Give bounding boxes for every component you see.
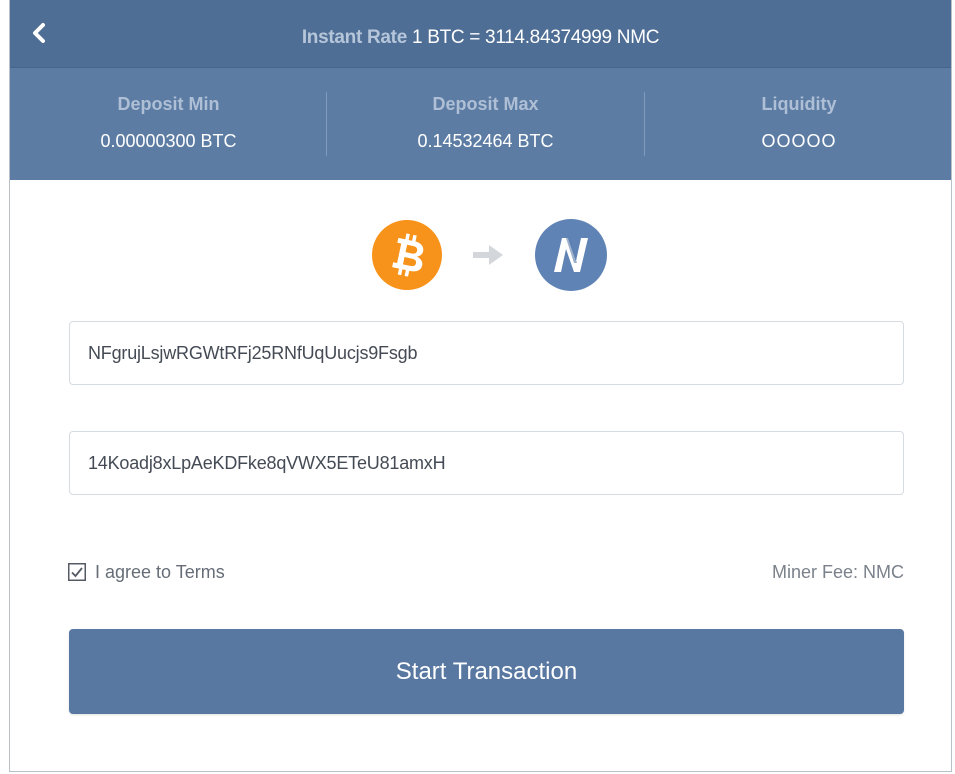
stat-label: Deposit Min (117, 94, 220, 114)
stat-value: 0.00000300 BTC (100, 131, 237, 151)
instant-rate: Instant Rate 1 BTC = 3114.84374999 NMC (10, 0, 951, 68)
stat-value: 0.14532464 BTC (417, 131, 554, 151)
exchange-panel: Instant Rate 1 BTC = 3114.84374999 NMC D… (9, 0, 952, 772)
header-bar: Instant Rate 1 BTC = 3114.84374999 NMC (10, 0, 951, 68)
stat-deposit-max: Deposit Max 0.14532464 BTC (327, 68, 644, 180)
agree-terms-label: I agree to Terms (95, 561, 225, 582)
destination-address-field[interactable] (69, 321, 904, 385)
agree-terms-checkbox[interactable]: I agree to Terms (68, 560, 225, 584)
coin-pair (372, 219, 607, 291)
miner-fee-label: Miner Fee: NMC (771, 562, 904, 582)
instant-rate-label: Instant Rate (301, 27, 407, 48)
stat-deposit-min: Deposit Min 0.00000300 BTC (10, 68, 327, 180)
bitcoin-icon (372, 220, 442, 290)
start-transaction-button[interactable]: Start Transaction (69, 629, 904, 714)
instant-rate-value: 1 BTC = 3114.84374999 NMC (406, 27, 660, 48)
arrow-right-icon (473, 245, 503, 265)
checkbox-checked-icon (68, 563, 86, 581)
refund-address-field[interactable] (69, 431, 904, 495)
stat-value: OOOOO (761, 131, 837, 151)
exchange-window: Instant Rate 1 BTC = 3114.84374999 NMC D… (0, 0, 955, 774)
namecoin-icon (535, 219, 607, 291)
stat-liquidity: Liquidity OOOOO (645, 68, 953, 180)
limits-bar: Deposit Min 0.00000300 BTC Deposit Max 0… (10, 68, 951, 180)
stat-label: Deposit Max (432, 94, 539, 114)
stat-label: Liquidity (761, 94, 837, 114)
